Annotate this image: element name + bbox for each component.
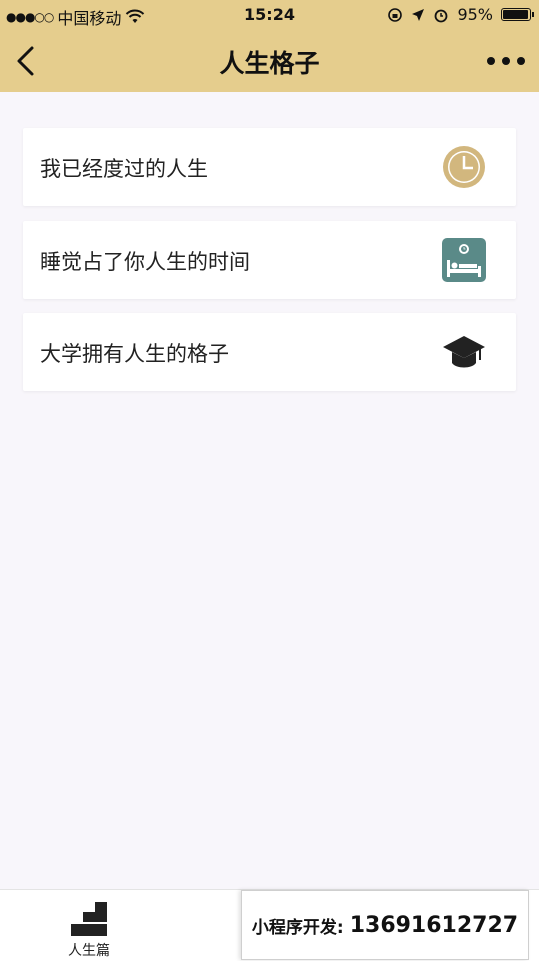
more-menu-button[interactable]	[487, 54, 525, 68]
tab-label: 人生篇	[68, 943, 110, 959]
clock-icon	[443, 146, 485, 188]
stairs-icon	[71, 902, 107, 936]
card-sleep-time[interactable]: 睡觉占了你人生的时间	[23, 221, 516, 299]
header: ●●●○○ 中国移动 15:24 95% 人生格子	[0, 0, 539, 92]
card-university-grids[interactable]: 大学拥有人生的格子	[23, 313, 516, 391]
battery-percent: 95%	[457, 5, 493, 24]
card-label: 睡觉占了你人生的时间	[40, 250, 250, 274]
page-title: 人生格子	[219, 49, 320, 78]
card-label: 我已经度过的人生	[40, 157, 208, 181]
location-icon	[412, 8, 425, 21]
status-bar: ●●●○○ 中国移动 15:24 95%	[0, 0, 539, 30]
orientation-lock-icon	[388, 7, 403, 22]
tab-life[interactable]: 人生篇	[54, 898, 124, 960]
more-dot	[517, 57, 525, 65]
alarm-icon	[435, 9, 448, 22]
card-lived-life[interactable]: 我已经度过的人生	[23, 128, 516, 206]
battery-fill	[503, 10, 528, 19]
promo-text: 小程序开发:	[251, 917, 344, 938]
bed-icon	[442, 238, 486, 282]
graduation-cap-icon	[443, 336, 485, 368]
promo-phone: 13691612727	[349, 912, 519, 938]
more-dot	[502, 57, 510, 65]
navigation-bar: 人生格子	[0, 30, 539, 92]
card-label: 大学拥有人生的格子	[40, 342, 229, 366]
battery-icon	[501, 8, 534, 21]
more-dot	[487, 57, 495, 65]
promo-banner: 小程序开发: 13691612727	[241, 890, 529, 960]
